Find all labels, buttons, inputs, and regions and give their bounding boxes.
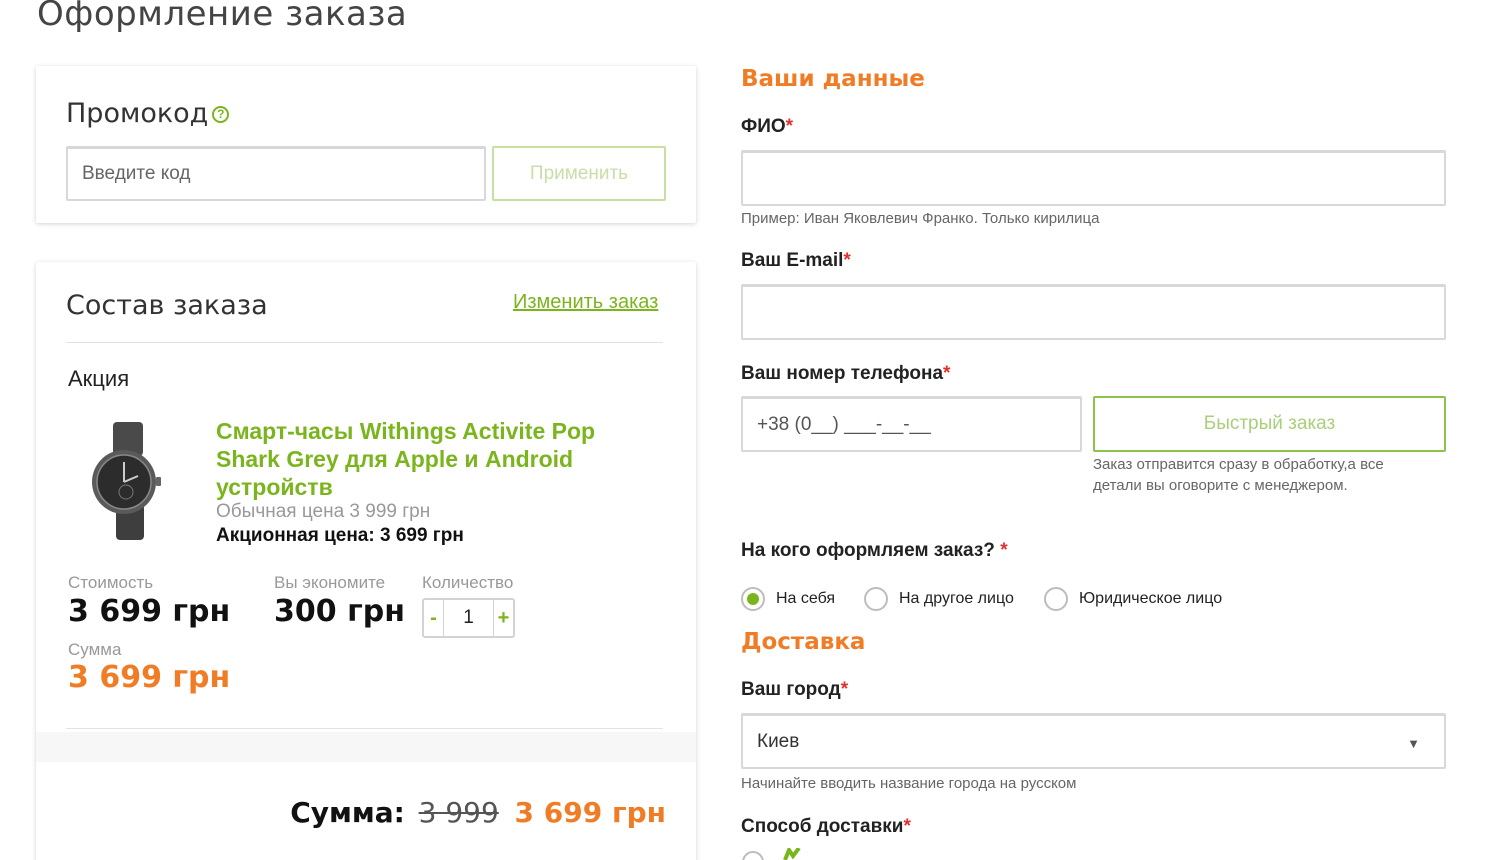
email-label-text: Ваш E-mail (741, 250, 844, 271)
delivery-option-icon (742, 848, 801, 860)
radio-legal-entity[interactable]: Юридическое лицо (1044, 587, 1222, 611)
quick-order-hint-line: детали вы оговорите с менеджером. (1093, 477, 1348, 494)
city-hint: Начинайте вводить название города на рус… (741, 775, 1077, 792)
cost-value: 3 699 грн (68, 594, 231, 629)
product-name-link[interactable]: Смарт-часы Withings Activite Pop Shark G… (216, 417, 646, 501)
total-old-price: 3 999 (418, 796, 499, 829)
radio-label: Юридическое лицо (1079, 590, 1223, 607)
total-band (36, 732, 696, 762)
cost-label: Стоимость (68, 573, 154, 592)
required-mark: * (903, 816, 911, 837)
full-name-input[interactable] (741, 150, 1446, 206)
regular-price: Обычная цена 3 999 грн (216, 501, 431, 522)
recipient-label-text: На кого оформляем заказ? (741, 540, 995, 561)
radio-circle[interactable] (864, 587, 888, 611)
sum-label: Сумма (68, 640, 122, 659)
delivery-method-label: Способ доставки* (741, 816, 911, 838)
city-select[interactable]: Киев ▼ (741, 713, 1446, 769)
quick-order-hint-line: Заказ отправится сразу в обработку,а все (1093, 456, 1384, 473)
radio-self[interactable]: На себя (741, 587, 835, 611)
city-label-text: Ваш город (741, 679, 841, 700)
email-label: Ваш E-mail* (741, 250, 851, 272)
sum-value: 3 699 грн (68, 660, 231, 695)
promo-card: Промокод? Введите код Применить (36, 66, 696, 223)
order-total: Сумма: 3 999 3 699 грн (290, 796, 666, 829)
recipient-label: На кого оформляем заказ? * (741, 540, 1008, 562)
radio-label: На себя (776, 590, 836, 607)
change-order-link[interactable]: Изменить заказ (513, 291, 658, 314)
savings-value: 300 грн (274, 594, 405, 629)
savings-label: Вы экономите (274, 573, 386, 592)
city-select-value: Киев (757, 730, 800, 752)
name-label: ФИО* (741, 116, 793, 138)
apply-promo-button[interactable]: Применить (492, 146, 666, 201)
quantity-minus-button[interactable]: - (424, 600, 443, 636)
total-new-price: 3 699 грн (514, 796, 666, 829)
city-label: Ваш город* (741, 679, 848, 701)
promo-code-input[interactable]: Введите код (66, 146, 486, 201)
sale-price: Акционная цена: 3 699 грн (216, 525, 464, 546)
divider (66, 728, 663, 729)
page-title: Оформление заказа (37, 0, 408, 34)
help-icon[interactable]: ? (212, 106, 230, 123)
radio-circle[interactable] (1044, 587, 1068, 611)
quantity-stepper: - 1 + (422, 598, 515, 638)
order-title: Состав заказа (66, 290, 268, 321)
phone-label-text: Ваш номер телефона (741, 363, 944, 384)
email-input[interactable] (741, 284, 1446, 340)
name-label-text: ФИО (741, 116, 786, 137)
radio-circle[interactable] (741, 587, 765, 611)
quick-order-hint: Заказ отправится сразу в обработку,а все… (1093, 454, 1384, 496)
quantity-label: Количество (422, 573, 514, 592)
radio-other-person[interactable]: На другое лицо (864, 587, 1014, 611)
quantity-input[interactable]: 1 (443, 600, 494, 636)
quick-order-button[interactable]: Быстрый заказ (1093, 396, 1446, 452)
phone-label: Ваш номер телефона* (741, 363, 950, 385)
order-card: Состав заказа Изменить заказ Акция Смарт… (36, 262, 696, 860)
required-mark: * (1000, 540, 1008, 561)
promo-title: Промокод? (66, 98, 230, 129)
required-mark: * (840, 679, 849, 700)
customer-heading: Ваши данные (741, 66, 925, 92)
name-hint: Пример: Иван Яковлевич Франко. Только ки… (741, 210, 1100, 227)
quantity-plus-button[interactable]: + (494, 600, 513, 636)
chevron-down-icon: ▼ (1407, 736, 1420, 751)
required-mark: * (943, 363, 951, 384)
promo-label: Акция (68, 366, 130, 391)
total-label: Сумма: (290, 796, 405, 829)
delivery-heading: Доставка (741, 629, 866, 655)
required-mark: * (785, 116, 794, 137)
required-mark: * (843, 250, 851, 271)
divider (66, 342, 663, 343)
product-image[interactable] (80, 422, 170, 540)
delivery-method-label-text: Способ доставки (741, 816, 904, 837)
phone-input[interactable]: +38 (0__) ___-__-__ (741, 396, 1082, 452)
radio-label: На другое лицо (899, 590, 1014, 607)
promo-title-text: Промокод (66, 98, 209, 129)
